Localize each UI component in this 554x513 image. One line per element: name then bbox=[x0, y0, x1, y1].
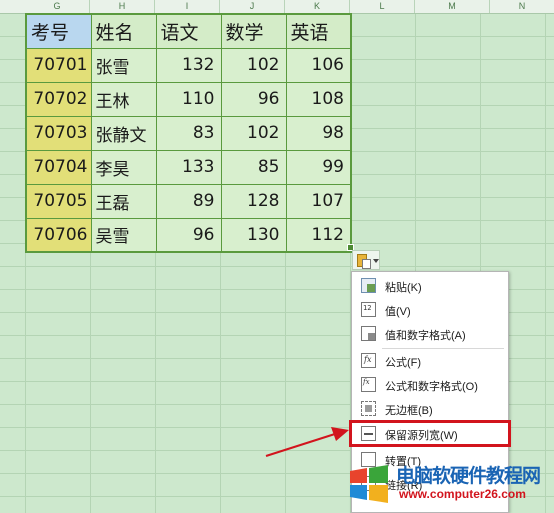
windows-logo-icon bbox=[350, 465, 388, 503]
watermark: 电脑软硬件教程网 www.computer26.com bbox=[346, 461, 554, 505]
watermark-url: www.computer26.com bbox=[399, 487, 526, 501]
pointer-arrow bbox=[265, 427, 349, 457]
watermark-title: 电脑软硬件教程网 bbox=[396, 465, 541, 487]
